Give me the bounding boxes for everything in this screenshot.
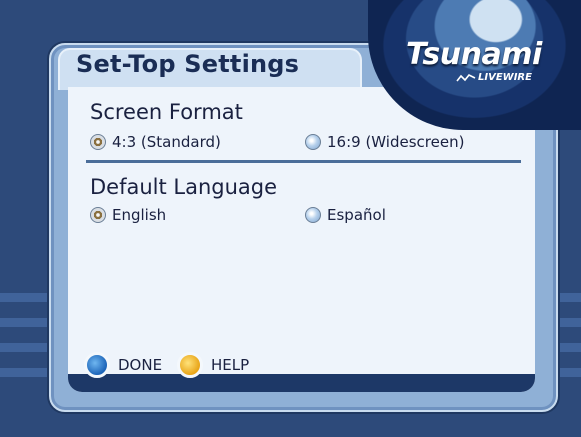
option-16-9-widescreen[interactable]: 16:9 (Widescreen) — [305, 133, 464, 151]
option-espanol[interactable]: Español — [305, 206, 386, 224]
option-4-3-standard[interactable]: 4:3 (Standard) — [90, 133, 221, 151]
help-button[interactable]: HELP — [177, 352, 249, 378]
settings-panel: Screen Format 4:3 (Standard) 16:9 (Wides… — [68, 87, 535, 392]
section-divider — [86, 160, 521, 163]
livewire-text: LIVEWIRE — [478, 72, 532, 83]
radio-unselected-icon[interactable] — [305, 207, 321, 223]
tsunami-logo: Tsunami — [406, 37, 542, 72]
signal-wave-icon — [456, 73, 476, 81]
page-title: Set-Top Settings — [76, 50, 300, 78]
screen-format-heading: Screen Format — [90, 100, 243, 124]
option-label: 4:3 (Standard) — [112, 133, 221, 151]
radio-selected-icon[interactable] — [90, 134, 106, 150]
option-english[interactable]: English — [90, 206, 166, 224]
default-language-heading: Default Language — [90, 175, 278, 199]
done-button[interactable]: DONE — [84, 352, 162, 378]
option-label: Español — [327, 206, 386, 224]
livewire-logo: LIVEWIRE — [456, 72, 532, 83]
option-label: English — [112, 206, 167, 224]
help-label: HELP — [211, 356, 250, 374]
blue-button-icon[interactable] — [84, 352, 110, 378]
option-label: 16:9 (Widescreen) — [327, 133, 465, 151]
done-label: DONE — [118, 356, 163, 374]
yellow-button-icon[interactable] — [177, 352, 203, 378]
radio-unselected-icon[interactable] — [305, 134, 321, 150]
radio-selected-icon[interactable] — [90, 207, 106, 223]
